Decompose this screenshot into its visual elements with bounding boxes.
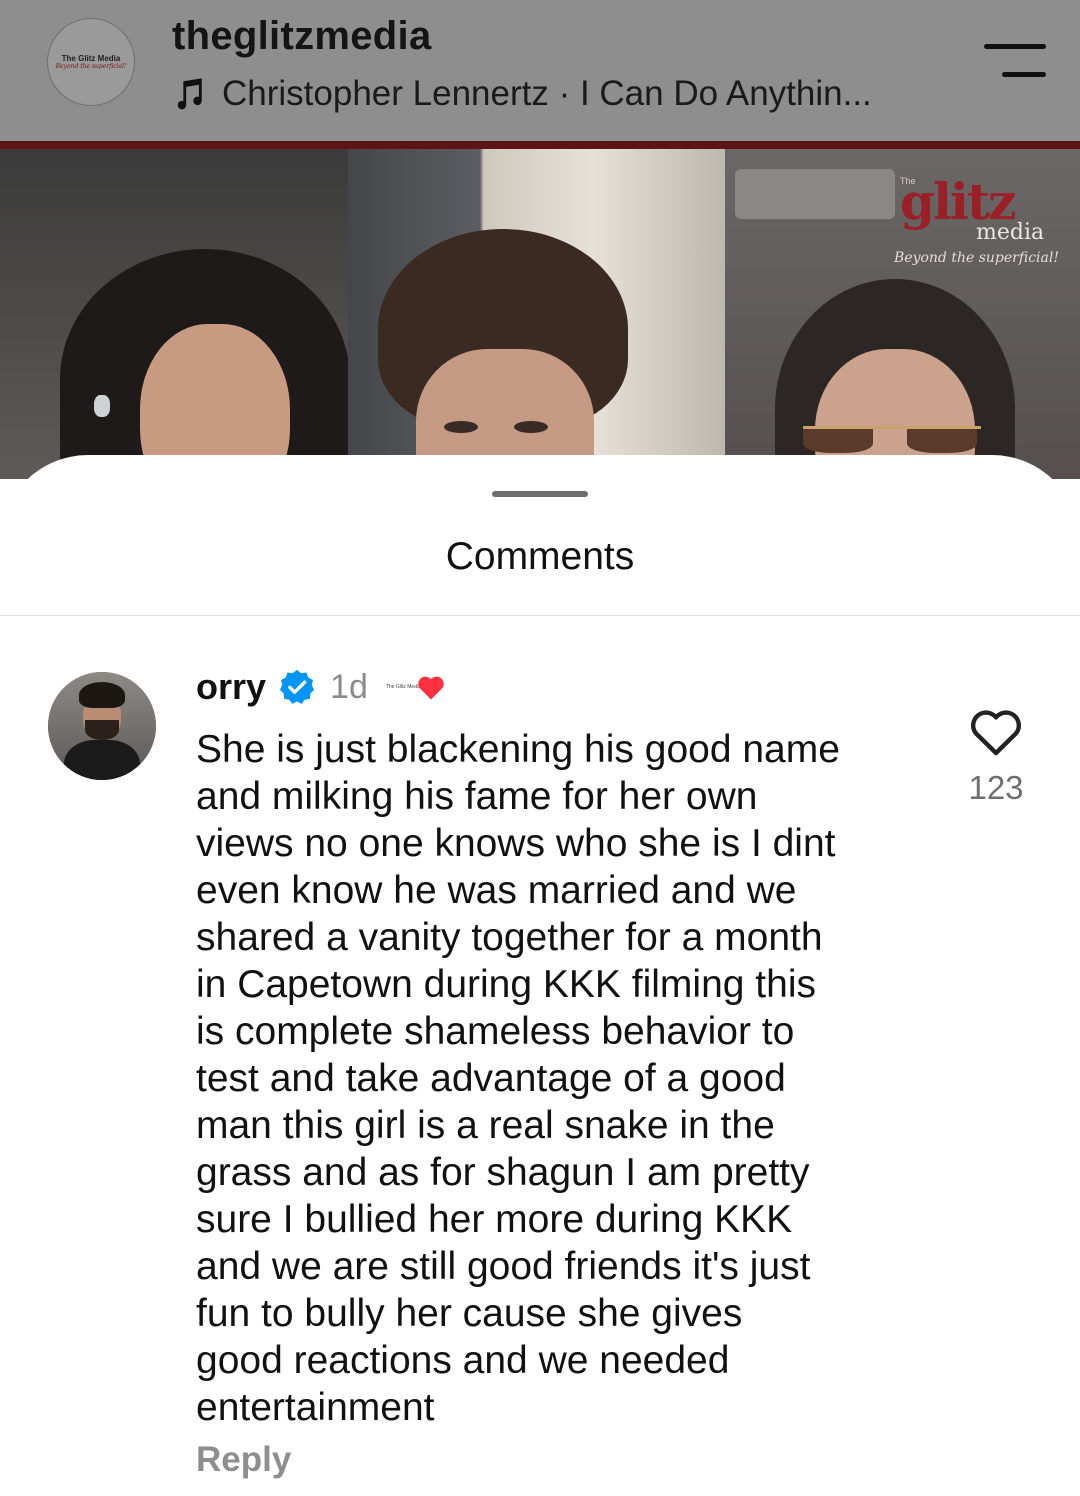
video-panel-center xyxy=(348,149,725,479)
comment-username[interactable]: orry xyxy=(196,666,266,708)
menu-icon[interactable] xyxy=(982,44,1046,82)
account-name[interactable]: theglitzmedia xyxy=(172,14,432,59)
creator-logo-text: The Glitz Media xyxy=(385,684,421,690)
creator-liked-heart-icon xyxy=(418,676,444,700)
audio-track[interactable]: Christopher Lennertz · I Can Do Anythin.… xyxy=(172,72,872,116)
heart-like-icon[interactable] xyxy=(968,707,1024,757)
avatar-logo-text: The Glitz Media xyxy=(61,53,121,63)
sheet-drag-handle[interactable] xyxy=(492,491,588,497)
brand-watermark: glitz The media Beyond the superficial! xyxy=(894,172,1059,276)
comments-sheet: Comments orry 1d The Glitz Media She is … xyxy=(0,455,1080,1496)
like-count: 123 xyxy=(968,769,1024,806)
comment-text: She is just blackening his good name and… xyxy=(196,728,840,1429)
watermark-tagline: Beyond the superficial! xyxy=(894,250,1059,266)
reply-button[interactable]: Reply xyxy=(196,1440,291,1480)
video-panel-left xyxy=(0,149,348,479)
sheet-divider xyxy=(0,615,1080,616)
verified-badge-icon xyxy=(279,669,315,704)
comment-meta: orry 1d The Glitz Media xyxy=(196,663,446,711)
header-divider xyxy=(0,141,1080,149)
avatar-logo-tagline: Beyond the superficial! xyxy=(55,62,127,70)
account-avatar[interactable]: The Glitz Media Beyond the superficial! xyxy=(47,18,135,106)
post-header: The Glitz Media Beyond the superficial! … xyxy=(0,0,1080,141)
commenter-avatar[interactable] xyxy=(48,672,156,780)
music-note-icon xyxy=(177,78,202,110)
watermark-media: media xyxy=(976,220,1045,245)
watermark-the: The xyxy=(900,176,916,186)
creator-logo-icon: The Glitz Media xyxy=(385,678,421,696)
audio-track-label: Christopher Lennertz · I Can Do Anythin.… xyxy=(222,74,872,113)
sheet-title: Comments xyxy=(445,535,635,578)
comment-timestamp: 1d xyxy=(330,667,368,706)
